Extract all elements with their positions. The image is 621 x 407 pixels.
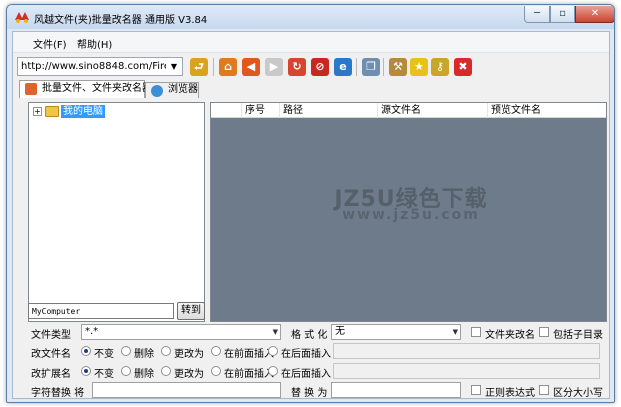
grid-col-source[interactable]: 源文件名: [377, 103, 487, 118]
folder-rename-label: 文件夹改名: [485, 330, 535, 341]
radio-label: 不变: [94, 349, 114, 360]
grid-col-path[interactable]: 路径: [279, 103, 377, 118]
tab-label: 浏览器: [168, 84, 198, 95]
radio-label: 在前面插入: [224, 349, 274, 360]
radio-ext-delete[interactable]: [121, 366, 131, 376]
replace-from-input[interactable]: [92, 382, 281, 398]
globe-icon: [151, 85, 163, 97]
case-sensitive-checkbox[interactable]: [539, 385, 549, 395]
menu-file[interactable]: 文件(F): [33, 36, 67, 51]
radio-file-keep[interactable]: [81, 346, 91, 356]
tab-batch-rename[interactable]: 批量文件、文件夹改名器: [19, 80, 152, 98]
key-icon[interactable]: ⚷: [431, 58, 449, 76]
folder-tree[interactable]: + 我的电脑: [28, 102, 205, 322]
grid-col-index[interactable]: 序号: [241, 103, 279, 118]
expand-icon[interactable]: +: [33, 107, 42, 116]
chevron-down-icon: ▼: [272, 328, 278, 336]
back-icon[interactable]: ◀: [242, 58, 260, 76]
maximize-button[interactable]: ▫: [550, 6, 575, 23]
radio-label: 不变: [94, 369, 114, 380]
include-subdir-label: 包括子目录: [553, 330, 603, 341]
replace-label: 字符替换 将: [31, 388, 85, 399]
tab-browser[interactable]: 浏览器: [145, 82, 199, 98]
replace-to-input[interactable]: [331, 382, 461, 398]
radio-label: 删除: [134, 349, 154, 360]
case-sensitive-label: 区分大小写: [553, 388, 603, 399]
close-button[interactable]: ✕: [575, 6, 614, 23]
favorites-icon[interactable]: ★: [410, 58, 428, 76]
format-value: 无: [335, 326, 345, 337]
home-icon[interactable]: ⌂: [219, 58, 237, 76]
file-type-label: 文件类型: [31, 330, 71, 341]
file-list-grid[interactable]: 序号 路径 源文件名 预览文件名 JZ5U绿色下载 www.jz5u.com: [210, 102, 607, 322]
format-label: 格 式 化: [291, 330, 328, 341]
radio-file-change[interactable]: [161, 346, 171, 356]
radio-label: 更改为: [174, 349, 204, 360]
refresh-icon[interactable]: ↻: [288, 58, 306, 76]
goto-button[interactable]: 转到: [177, 302, 205, 320]
tools-icon[interactable]: ⚒: [389, 58, 407, 76]
rename-tab-icon: [25, 83, 37, 95]
radio-ext-keep[interactable]: [81, 366, 91, 376]
rename-file-input[interactable]: [333, 343, 600, 359]
url-value: http://www.sino8848.com/FireAs: [21, 61, 183, 72]
radio-file-insert-after[interactable]: [268, 346, 278, 356]
radio-ext-insert-after[interactable]: [268, 366, 278, 376]
menu-help[interactable]: 帮助(H): [77, 36, 112, 51]
go-icon[interactable]: ⮐: [190, 58, 208, 76]
rename-file-label: 改文件名: [31, 349, 71, 360]
tree-node-my-computer[interactable]: 我的电脑: [61, 105, 105, 118]
forward-icon[interactable]: ▶: [265, 58, 283, 76]
tab-label: 批量文件、文件夹改名器: [42, 83, 152, 94]
client-area: 文件(F) 帮助(H) http://www.sino8848.com/Fire…: [12, 31, 610, 399]
replace-to-label: 替 换 为: [291, 388, 328, 399]
ie-icon[interactable]: e: [334, 58, 352, 76]
radio-ext-change[interactable]: [161, 366, 171, 376]
stop-icon[interactable]: ⊘: [311, 58, 329, 76]
path-input[interactable]: [28, 303, 174, 319]
toolbar: http://www.sino8848.com/FireAs ▼ ⮐ ⌂ ◀ ▶…: [13, 52, 609, 80]
exit-icon[interactable]: ✖: [454, 58, 472, 76]
radio-ext-insert-before[interactable]: [211, 366, 221, 376]
file-type-value: *.*: [85, 326, 99, 337]
copy-icon[interactable]: ❐: [362, 58, 380, 76]
title-bar[interactable]: 风越文件(夹)批量改名器 通用版 V3.84 ─ ▫ ✕: [7, 5, 614, 29]
radio-label: 在后面插入: [281, 349, 331, 360]
minimize-button[interactable]: ─: [524, 6, 550, 23]
radio-label: 在后面插入: [281, 369, 331, 380]
regex-label: 正则表达式: [485, 388, 535, 399]
grid-header: 序号 路径 源文件名 预览文件名: [211, 103, 606, 118]
radio-label: 在前面插入: [224, 369, 274, 380]
radio-file-delete[interactable]: [121, 346, 131, 356]
grid-col-blank[interactable]: [211, 103, 241, 118]
tab-strip: 批量文件、文件夹改名器 浏览器: [13, 80, 609, 98]
url-combobox[interactable]: http://www.sino8848.com/FireAs ▼: [17, 57, 183, 76]
options-panel: 文件类型 *.* ▼ 格 式 化 无 ▼ 文件夹改名 包括子目录 改文件名 不变…: [13, 324, 609, 400]
radio-file-insert-before[interactable]: [211, 346, 221, 356]
format-combobox[interactable]: 无 ▼: [331, 324, 461, 340]
main-window: 风越文件(夹)批量改名器 通用版 V3.84 ─ ▫ ✕ 文件(F) 帮助(H)…: [6, 4, 615, 403]
radio-label: 删除: [134, 369, 154, 380]
toolbar-separator: [356, 58, 357, 76]
file-type-combobox[interactable]: *.* ▼: [81, 324, 281, 340]
window-title: 风越文件(夹)批量改名器 通用版 V3.84: [34, 15, 208, 26]
menu-bar: 文件(F) 帮助(H): [13, 32, 609, 52]
rename-ext-label: 改扩展名: [31, 369, 71, 380]
grid-col-preview[interactable]: 预览文件名: [487, 103, 606, 118]
include-subdir-checkbox[interactable]: [539, 327, 549, 337]
regex-checkbox[interactable]: [471, 385, 481, 395]
folder-icon: [45, 106, 59, 117]
rename-ext-input[interactable]: [333, 363, 600, 379]
toolbar-separator: [383, 58, 384, 76]
chevron-down-icon: ▼: [452, 328, 458, 336]
app-icon: [15, 12, 29, 23]
url-dropdown-icon[interactable]: ▼: [166, 58, 182, 75]
watermark-url: www.jz5u.com: [342, 207, 480, 223]
folder-rename-checkbox[interactable]: [471, 327, 481, 337]
toolbar-separator: [213, 58, 214, 76]
radio-label: 更改为: [174, 369, 204, 380]
